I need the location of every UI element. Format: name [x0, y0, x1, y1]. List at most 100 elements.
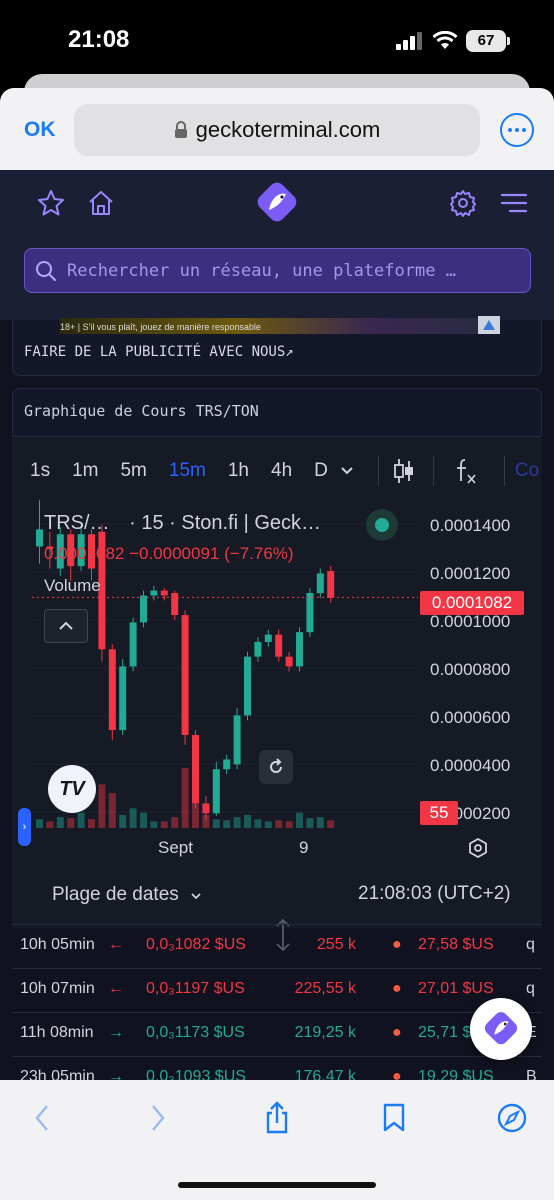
interval-5m[interactable]: 5m	[120, 460, 146, 482]
interval-1s[interactable]: 1s	[30, 460, 50, 482]
volume-bar	[56, 817, 64, 828]
bookmarks-button[interactable]	[374, 1100, 414, 1136]
legend-volume[interactable]: Volume	[44, 576, 101, 596]
trade-volume: 219,25 k	[294, 1024, 356, 1041]
candle-body	[171, 593, 179, 616]
trade-amount: 27,01 $US	[418, 980, 494, 997]
legend-source: · 15 · Ston.fi | Geck…	[129, 512, 322, 534]
volume-bar	[67, 818, 75, 828]
volume-bar	[212, 819, 220, 828]
volume-bar	[264, 821, 272, 828]
date-range-label: Plage de dates	[52, 884, 179, 905]
candle-body	[212, 769, 220, 814]
trade-side-arrow-icon: →	[108, 1024, 124, 1041]
search-bar[interactable]	[24, 248, 531, 293]
volume-bar	[150, 821, 158, 828]
candle-body	[327, 570, 335, 598]
interval-toolbar: 1s 1m 5m 15m 1h 4h D Co	[30, 456, 539, 486]
reset-chart-button[interactable]	[259, 750, 293, 784]
toolbar-divider	[377, 456, 379, 486]
side-panel-handle[interactable]: ›	[18, 808, 31, 846]
trade-row[interactable]: 11h 08min → 0,0₃1173 $US 219,25 k ● 25,71 $US…	[12, 1012, 542, 1056]
volume-bar	[327, 820, 335, 828]
interval-4h[interactable]: 4h	[271, 460, 292, 482]
gecko-assistant-button[interactable]	[470, 998, 532, 1060]
volume-bar	[140, 812, 147, 828]
volume-bar	[223, 820, 231, 828]
candle-body	[140, 595, 147, 623]
trade-maker: q	[526, 980, 535, 997]
more-options-button[interactable]	[500, 113, 534, 147]
candle-body	[181, 615, 189, 735]
legend-pair: TRS/…	[44, 512, 110, 534]
done-button[interactable]: OK	[24, 118, 56, 142]
ad-choices-icon[interactable]	[478, 316, 500, 334]
volume-bar	[316, 817, 324, 828]
candle-body	[296, 632, 303, 667]
candle-body	[254, 641, 262, 657]
collapse-legend-button[interactable]	[44, 609, 88, 643]
candle-body	[36, 529, 43, 547]
interval-1h[interactable]: 1h	[228, 460, 249, 482]
compare-button-clipped[interactable]: Co	[515, 460, 539, 482]
market-status-icon[interactable]	[366, 509, 398, 541]
compass-icon	[497, 1103, 527, 1133]
chevron-down-icon[interactable]	[340, 466, 354, 476]
legend-title[interactable]: TRS/… · 15 · Ston.fi | Geck…	[44, 512, 321, 535]
candle-body	[233, 715, 241, 765]
search-input[interactable]	[67, 260, 507, 281]
time-axis-label: Sept	[158, 838, 193, 857]
date-range-button[interactable]: Plage de dates	[52, 884, 202, 906]
chevron-right-icon	[152, 1105, 165, 1131]
settings-gear-icon[interactable]	[448, 188, 478, 218]
candle-body	[244, 656, 251, 716]
wifi-icon	[432, 31, 458, 49]
candle-body	[275, 634, 283, 657]
indicators-fx-icon[interactable]	[454, 457, 478, 485]
trade-row[interactable]: 10h 05min ← 0,0₃1082 $US 255 k ● 27,58 $US q	[12, 924, 542, 968]
share-button[interactable]	[257, 1100, 297, 1136]
candles-type-icon[interactable]	[393, 457, 415, 485]
price-axis-label: 0.0000600	[430, 708, 511, 727]
last-volume-tag: 55	[420, 801, 458, 825]
price-axis-label: 0.0000400	[430, 756, 511, 775]
tabs-compass-button[interactable]	[492, 1100, 532, 1136]
forward-button[interactable]	[138, 1100, 178, 1136]
volume-bar	[88, 819, 95, 828]
volume-bar	[254, 819, 262, 828]
home-icon[interactable]	[86, 188, 116, 218]
geckoterminal-logo-icon[interactable]	[253, 180, 301, 226]
volume-bar	[98, 784, 106, 828]
chart-settings-icon[interactable]	[467, 837, 489, 859]
status-time: 21:08	[68, 26, 130, 53]
interval-D[interactable]: D	[314, 460, 328, 482]
menu-icon[interactable]	[500, 192, 528, 214]
trade-maker: q	[526, 936, 535, 953]
price-axis-label: 0.0001000	[430, 612, 511, 631]
volume-bar	[129, 808, 137, 828]
chart-clock[interactable]: 21:08:03 (UTC+2)	[358, 883, 511, 905]
interval-1m[interactable]: 1m	[72, 460, 98, 482]
share-icon	[266, 1101, 288, 1134]
trade-row[interactable]: 10h 07min ← 0,0₃1197 $US 225,55 k ● 27,01 $US…	[12, 968, 542, 1012]
candle-body	[108, 649, 116, 731]
price-axis[interactable]: 0.0001400 0.0001200 0.0001000 0.0000800 …	[418, 500, 538, 828]
trade-volume: 255 k	[316, 936, 356, 953]
gecko-logo-icon	[484, 1012, 518, 1045]
volume-bar	[244, 814, 251, 828]
trade-volume: 225,55 k	[294, 980, 356, 997]
chevron-down-icon	[191, 893, 201, 900]
address-bar[interactable]: geckoterminal.com	[74, 104, 480, 156]
status-icons: 67	[396, 30, 510, 52]
star-icon[interactable]	[36, 188, 66, 218]
reset-icon	[270, 758, 282, 773]
back-button[interactable]	[22, 1100, 62, 1136]
tradingview-logo-icon[interactable]: TV	[48, 765, 96, 813]
price-axis-label: 0.0000800	[430, 660, 511, 679]
token-icon: ●	[392, 1024, 402, 1041]
advertise-link[interactable]: FAIRE DE LA PUBLICITÉ AVEC NOUS↗	[24, 344, 294, 360]
candle-body	[129, 622, 137, 667]
candle-body	[202, 803, 210, 814]
interval-15m[interactable]: 15m	[169, 460, 206, 482]
volume-bar	[181, 768, 189, 828]
